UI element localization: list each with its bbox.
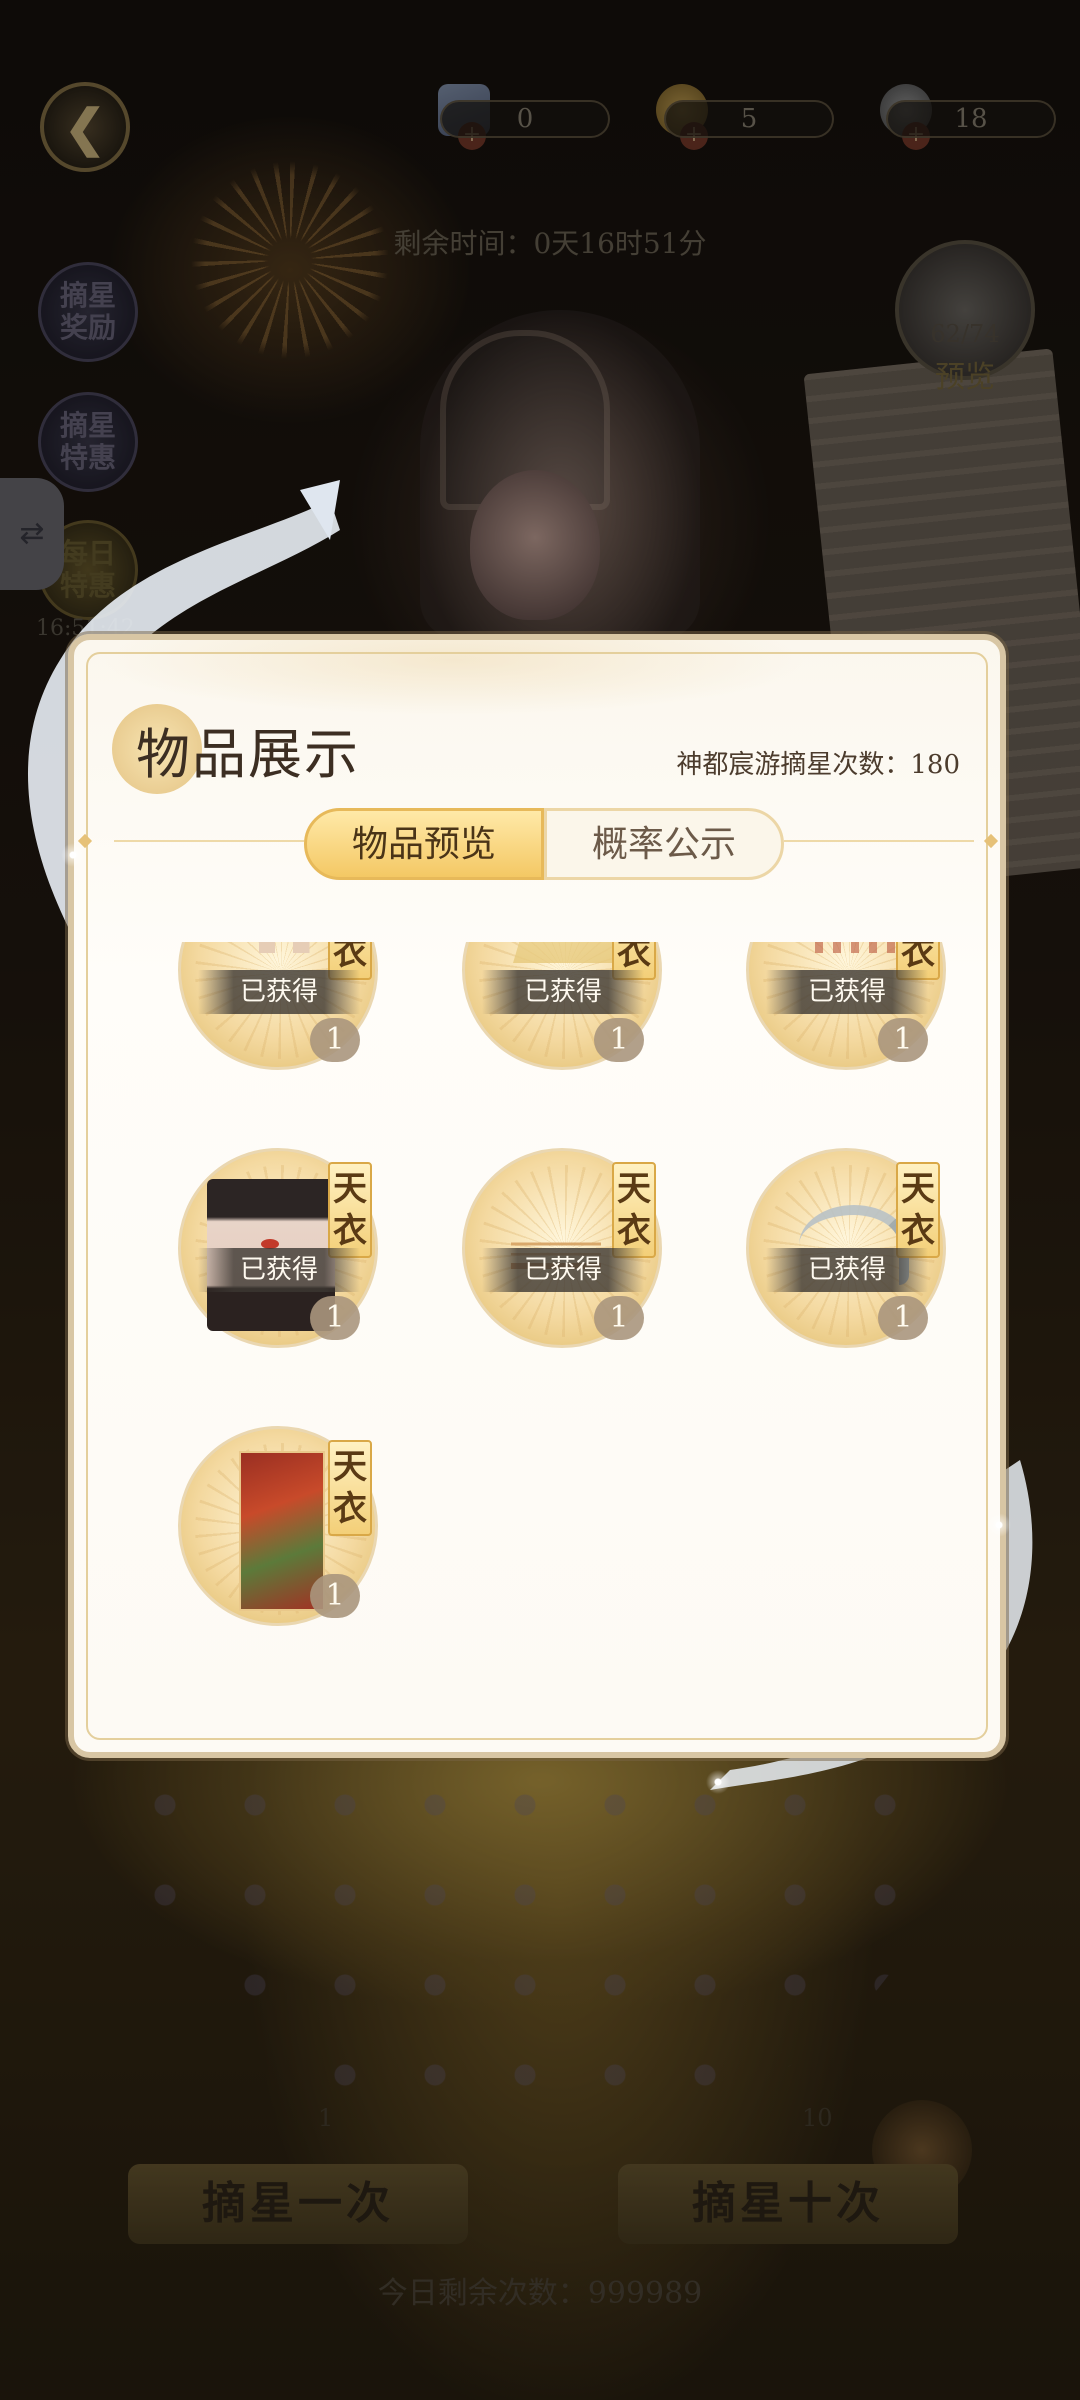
tab-divider-right <box>784 840 974 842</box>
tab-probability[interactable]: 概率公示 <box>544 808 784 880</box>
obtained-label: 已获得 <box>766 1248 928 1292</box>
item-display-modal: 物品展示 神都宸游摘星次数：180 物品预览 概率公示 天衣 已获得 1 天衣 … <box>58 634 1014 1758</box>
obtained-label: 已获得 <box>198 1248 360 1292</box>
item-card[interactable]: 天衣 已获得 1 <box>178 942 388 1080</box>
sparkle-icon <box>698 1762 738 1802</box>
rarity-tag: 天衣 <box>328 1162 372 1258</box>
obtained-label: 已获得 <box>766 970 928 1014</box>
item-quantity: 1 <box>878 1018 928 1062</box>
item-quantity: 1 <box>878 1296 928 1340</box>
rarity-tag: 天衣 <box>328 1440 372 1536</box>
item-quantity: 1 <box>594 1296 644 1340</box>
sparkle-icon <box>984 1510 1014 1540</box>
obtained-label: 已获得 <box>482 970 644 1014</box>
item-card[interactable]: 天衣 已获得 1 <box>462 1148 672 1358</box>
item-card[interactable]: 天衣 已获得 1 <box>746 1148 956 1358</box>
rarity-tag: 天衣 <box>896 1162 940 1258</box>
modal-title: 物品展示 <box>136 723 360 786</box>
item-image <box>513 942 623 963</box>
obtained-label: 已获得 <box>198 970 360 1014</box>
obtained-label: 已获得 <box>482 1248 644 1292</box>
item-quantity: 1 <box>594 1018 644 1062</box>
draw-count: 神都宸游摘星次数：180 <box>676 750 960 780</box>
item-quantity: 1 <box>310 1296 360 1340</box>
tab-bar: 物品预览 概率公示 <box>304 808 784 880</box>
item-grid[interactable]: 天衣 已获得 1 天衣 已获得 1 天衣 已获得 1 天衣 已获得 1 天衣 已… <box>114 942 974 1722</box>
item-image <box>241 942 331 953</box>
item-quantity: 1 <box>310 1574 360 1618</box>
item-card[interactable]: 天衣 已获得 1 <box>178 1148 388 1358</box>
sparkle-icon <box>58 840 88 870</box>
item-quantity: 1 <box>310 1018 360 1062</box>
tab-item-preview[interactable]: 物品预览 <box>304 808 544 880</box>
tab-divider-left <box>114 840 304 842</box>
item-card[interactable]: 天衣 已获得 1 <box>746 942 956 1080</box>
item-card[interactable]: 天衣 1 <box>178 1426 388 1636</box>
item-card[interactable]: 天衣 已获得 1 <box>462 942 672 1080</box>
rarity-tag: 天衣 <box>612 1162 656 1258</box>
item-image <box>805 942 905 953</box>
